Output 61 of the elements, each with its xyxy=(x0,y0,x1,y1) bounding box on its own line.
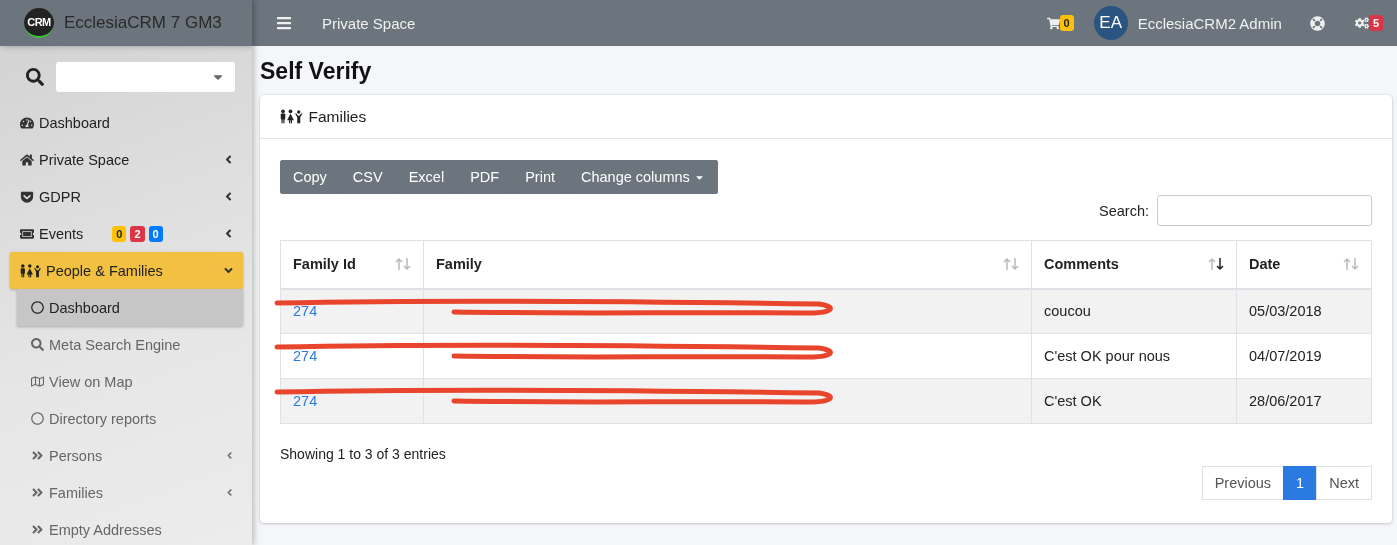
family-id-link[interactable]: 274 xyxy=(293,393,318,409)
sidebar-subitem[interactable]: Directory reports xyxy=(17,400,243,437)
entries-info: Showing 1 to 3 of 3 entries xyxy=(280,446,447,462)
double-chevron-icon xyxy=(31,523,44,536)
user-avatar[interactable]: EA xyxy=(1093,6,1128,40)
sidebar-subitem[interactable]: View on Map xyxy=(17,363,243,400)
brand-name: EcclesiaCRM 7 GM3 xyxy=(64,13,222,33)
page-title: Self Verify xyxy=(260,58,373,85)
double-chevron-icon xyxy=(31,449,44,462)
map-icon xyxy=(31,375,44,388)
sidebar-subitem[interactable]: Meta Search Engine xyxy=(17,326,243,363)
card-title: Families xyxy=(308,107,367,126)
help-icon xyxy=(1309,15,1325,31)
table-cell: coucou xyxy=(1031,288,1237,334)
sidebar-item[interactable]: Private Space xyxy=(10,141,243,178)
home-icon xyxy=(20,152,34,167)
family-icon xyxy=(20,263,41,278)
count-badge: 0 xyxy=(148,225,163,242)
column-header[interactable]: Date xyxy=(1236,240,1372,289)
topbar-title: Private Space xyxy=(322,14,416,32)
table-cell: C'est OK pour nous xyxy=(1031,333,1237,379)
dashboard-icon xyxy=(20,115,34,130)
column-header[interactable]: Family Id xyxy=(280,240,424,289)
sidebar-item[interactable]: People & Families xyxy=(10,252,243,289)
sidebar-subitem[interactable]: Dashboard xyxy=(17,289,243,326)
sidebar-subitem[interactable]: Persons xyxy=(17,437,243,474)
cart-count: 0 xyxy=(1059,15,1074,31)
table-cell: C'est OK xyxy=(1031,378,1237,424)
sort-icon[interactable] xyxy=(1208,257,1224,272)
search-select[interactable] xyxy=(56,62,235,92)
menu-icon[interactable] xyxy=(276,15,292,31)
family-id-link[interactable]: 274 xyxy=(293,303,318,320)
double-chevron-icon xyxy=(31,486,44,499)
page-button[interactable]: Previous xyxy=(1201,466,1285,500)
search-icon xyxy=(26,68,44,86)
family-icon xyxy=(280,109,303,124)
sidebar-subitem[interactable]: Empty Addresses xyxy=(17,511,243,545)
user-name[interactable]: EcclesiaCRM2 Admin xyxy=(1137,14,1282,32)
sidebar-item[interactable]: Events 0 2 0 xyxy=(10,215,243,252)
page-button[interactable]: Next xyxy=(1316,466,1372,500)
ticket-icon xyxy=(20,226,34,241)
count-badge: 0 xyxy=(112,225,127,242)
page-button[interactable]: 1 xyxy=(1283,466,1318,500)
search-field[interactable] xyxy=(1157,195,1372,226)
search-icon xyxy=(31,338,44,351)
table-cell: 04/07/2019 xyxy=(1236,333,1372,379)
settings-count: 5 xyxy=(1368,15,1383,31)
cart-icon xyxy=(1046,16,1060,30)
settings-icon xyxy=(1354,16,1369,30)
family-id-link[interactable]: 274 xyxy=(293,348,318,364)
column-header[interactable]: Family xyxy=(423,240,1032,289)
column-header[interactable]: Comments xyxy=(1031,240,1237,289)
sidebar-subitem[interactable]: Families xyxy=(17,474,243,511)
sidebar-item[interactable]: GDPR xyxy=(10,178,243,215)
table-cell: 05/03/2018 xyxy=(1236,288,1372,334)
table-cell: 28/06/2017 xyxy=(1236,378,1372,424)
brand-logo: CRM xyxy=(24,8,54,38)
count-badge: 2 xyxy=(130,225,145,242)
sidebar-item[interactable]: Dashboard xyxy=(10,104,243,141)
search-label: Search: xyxy=(1099,202,1149,219)
shield-icon xyxy=(20,189,34,204)
